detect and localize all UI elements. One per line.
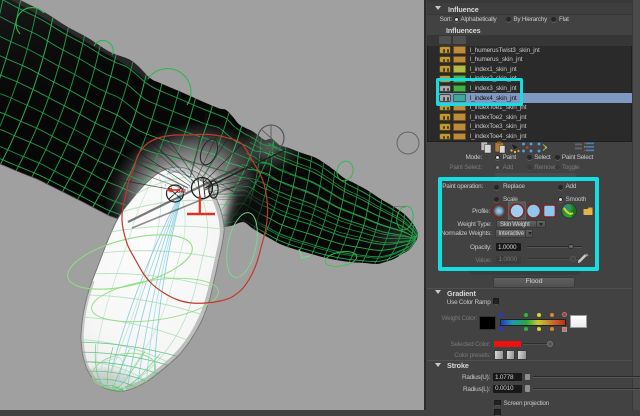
svg-text:3m: 3m [177, 189, 186, 195]
